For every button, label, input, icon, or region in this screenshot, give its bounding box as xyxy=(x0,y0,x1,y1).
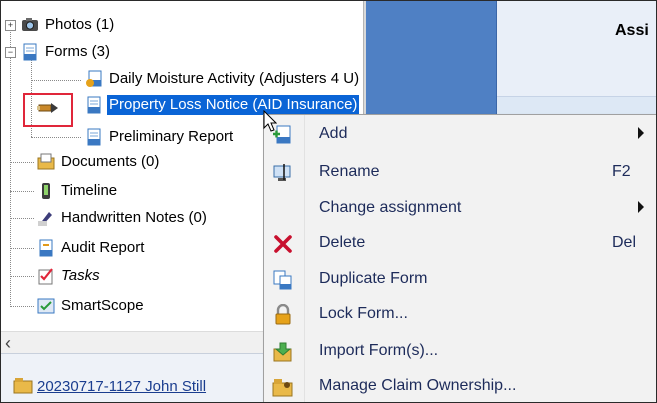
tree-line xyxy=(10,191,34,192)
import-icon xyxy=(272,341,294,363)
scroll-left-icon[interactable]: ‹ xyxy=(5,333,11,354)
tree-item-label: Timeline xyxy=(61,182,118,199)
camera-icon xyxy=(21,16,39,34)
tree-item-label: Documents (0) xyxy=(61,153,160,170)
tree-item-label: Tasks xyxy=(61,267,100,284)
tree-item-property-loss-notice[interactable]: Property Loss Notice (AID Insurance) xyxy=(85,94,361,116)
tree-item-label: Photos (1) xyxy=(45,16,115,33)
claim-ownership-icon xyxy=(272,376,294,398)
collapse-toggle-forms[interactable]: − xyxy=(5,47,16,58)
tree-line xyxy=(31,80,81,81)
folder-documents-icon xyxy=(37,153,55,171)
tree-line xyxy=(10,276,34,277)
menu-item-shortcut: Del xyxy=(612,234,637,251)
menu-item-shortcut: F2 xyxy=(612,163,631,180)
expand-toggle-photos[interactable]: + xyxy=(5,20,16,31)
smartscope-icon xyxy=(37,297,55,315)
lock-icon xyxy=(272,303,294,326)
tree-line xyxy=(10,27,11,307)
menu-item-label: Rename xyxy=(319,163,380,180)
context-menu: Add Rename F2 Change assignment Delete D… xyxy=(263,114,656,402)
menu-item-duplicate-form[interactable]: Duplicate Form xyxy=(264,261,656,297)
menu-item-change-assignment[interactable]: Change assignment xyxy=(264,190,656,226)
tree-line xyxy=(10,306,34,307)
tree-line xyxy=(10,162,34,163)
menu-item-label: Delete xyxy=(319,234,366,251)
tree-item-forms[interactable]: Forms (3) xyxy=(21,41,112,63)
tree-item-smartscope[interactable]: SmartScope xyxy=(37,295,146,317)
tree-item-label: Handwritten Notes (0) xyxy=(61,209,207,226)
tree-item-label: SmartScope xyxy=(61,297,144,314)
drag-handle-icon[interactable] xyxy=(37,101,59,119)
menu-item-import-forms[interactable]: Import Form(s)... xyxy=(264,333,656,369)
tree-item-timeline[interactable]: Timeline xyxy=(37,180,119,202)
mouse-pointer-icon xyxy=(263,109,278,136)
tree-item-tasks[interactable]: Tasks xyxy=(37,265,102,287)
menu-item-delete[interactable]: Delete Del xyxy=(264,225,656,261)
menu-item-label: Duplicate Form xyxy=(319,270,428,287)
menu-item-rename[interactable]: Rename F2 xyxy=(264,154,656,190)
tree-item-preliminary-report[interactable]: Preliminary Report xyxy=(85,126,235,148)
duplicate-icon xyxy=(272,269,294,291)
menu-item-add[interactable]: Add xyxy=(264,116,656,152)
claim-link[interactable]: 20230717-1127 John Still xyxy=(37,378,206,395)
tree-item-handwritten-notes[interactable]: Handwritten Notes (0) xyxy=(37,207,209,229)
menu-item-label: Manage Claim Ownership... xyxy=(319,377,517,394)
assignment-header: Assi xyxy=(497,1,656,97)
tasks-checklist-icon xyxy=(37,267,55,285)
menu-item-label: Add xyxy=(319,125,348,142)
form-shared-icon xyxy=(85,70,103,88)
tree-item-label: Daily Moisture Activity (Adjusters 4 U) xyxy=(109,70,360,87)
menu-item-label: Import Form(s)... xyxy=(319,342,439,359)
submenu-arrow-icon xyxy=(638,127,644,139)
form-document-icon xyxy=(85,96,103,114)
menu-item-manage-claim-ownership[interactable]: Manage Claim Ownership... xyxy=(264,368,656,402)
window-frame: + − Photos (1) Forms (3) Daily Moisture … xyxy=(0,0,657,403)
form-document-icon xyxy=(21,43,39,61)
pen-notes-icon xyxy=(37,209,55,227)
menu-item-label: Lock Form... xyxy=(319,305,408,322)
delete-x-icon xyxy=(272,233,294,255)
menu-item-label: Change assignment xyxy=(319,199,462,216)
tree-item-daily-moisture-activity[interactable]: Daily Moisture Activity (Adjusters 4 U) xyxy=(85,68,361,90)
tree-line xyxy=(10,218,34,219)
tree-item-label: Preliminary Report xyxy=(109,128,234,145)
tree-item-photos[interactable]: Photos (1) xyxy=(21,14,116,36)
tree-line xyxy=(31,137,81,138)
assignment-header-label: Assi xyxy=(615,22,649,39)
audit-report-icon xyxy=(37,239,55,257)
tree-item-label: Audit Report xyxy=(61,239,145,256)
tree-item-documents[interactable]: Documents (0) xyxy=(37,151,161,173)
rename-icon xyxy=(272,162,294,184)
tree-item-label: Forms (3) xyxy=(45,43,110,60)
timeline-icon xyxy=(37,182,55,200)
form-document-icon xyxy=(85,128,103,146)
menu-item-lock-form[interactable]: Lock Form... xyxy=(264,296,656,332)
claim-folder-icon xyxy=(13,376,33,398)
submenu-arrow-icon xyxy=(638,201,644,213)
tree-line xyxy=(10,248,34,249)
tree-item-audit-report[interactable]: Audit Report xyxy=(37,237,146,259)
tree-item-label: Property Loss Notice (AID Insurance) xyxy=(105,94,361,116)
